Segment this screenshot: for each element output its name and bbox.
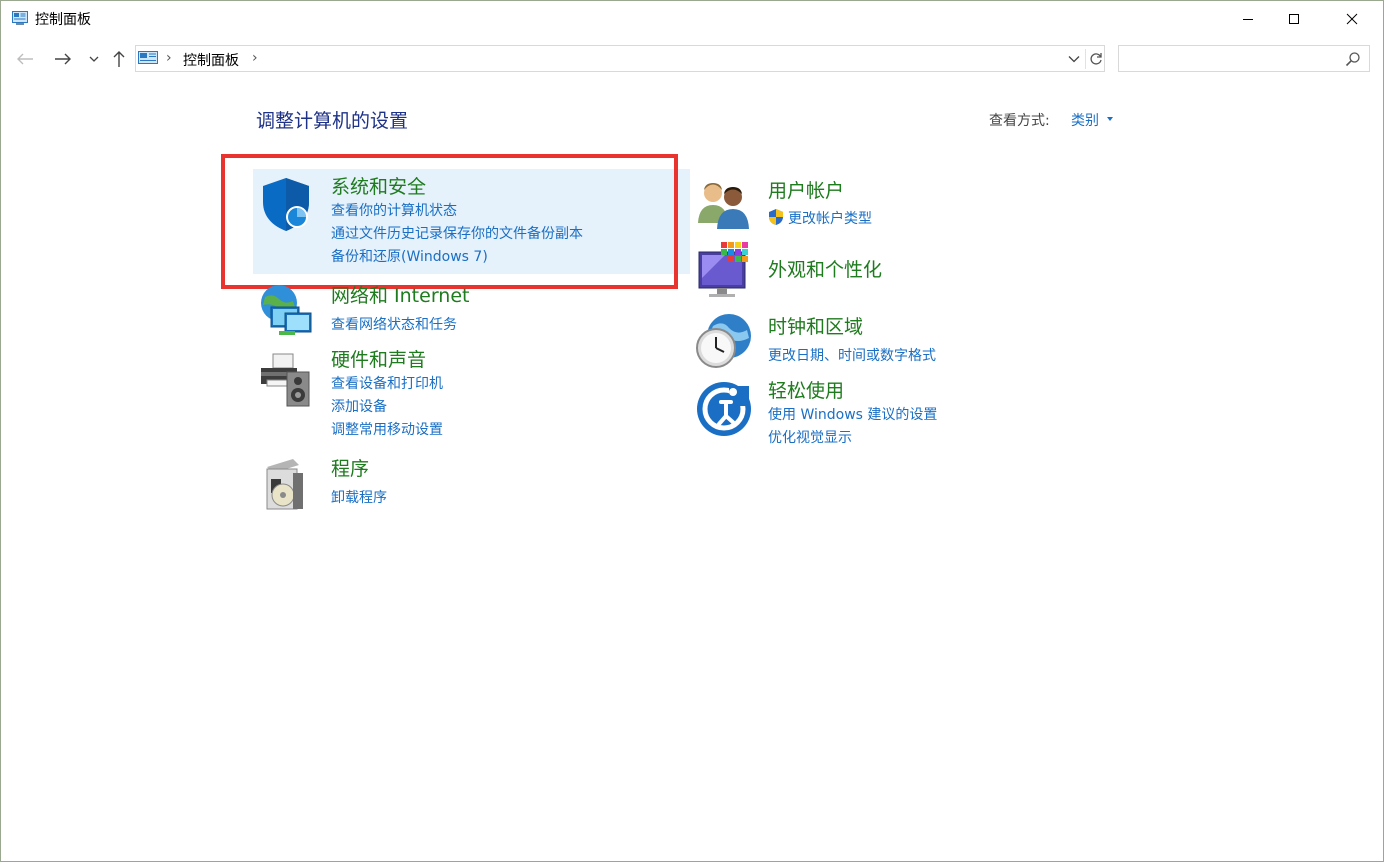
view-by-label: 查看方式: [989, 113, 1050, 129]
category-clock-region[interactable]: 时钟和区域 [768, 312, 863, 339]
title-bar: 控制面板 [0, 0, 1384, 38]
refresh-button[interactable] [1085, 49, 1106, 69]
caret-down-icon[interactable] [1107, 117, 1113, 121]
address-history-button[interactable] [1066, 50, 1082, 68]
chevron-down-icon [1068, 56, 1080, 63]
category-hardware-sound[interactable]: 硬件和声音 [331, 345, 426, 372]
globe-clock-icon[interactable] [695, 312, 753, 370]
breadcrumb-separator[interactable]: › [166, 50, 172, 66]
link-change-account-type[interactable]: 更改帐户类型 [788, 208, 872, 228]
category-programs[interactable]: 程序 [331, 454, 369, 481]
link-view-computer-status[interactable]: 查看你的计算机状态 [331, 200, 457, 220]
link-date-time-format[interactable]: 更改日期、时间或数字格式 [768, 345, 936, 365]
search-icon[interactable] [1345, 51, 1361, 67]
link-devices-printers[interactable]: 查看设备和打印机 [331, 373, 443, 393]
link-windows-suggested-settings[interactable]: 使用 Windows 建议的设置 [768, 404, 937, 424]
category-appearance[interactable]: 外观和个性化 [768, 255, 882, 282]
view-by-dropdown[interactable]: 类别 [1071, 110, 1099, 130]
link-file-history[interactable]: 通过文件历史记录保存你的文件备份副本 [331, 223, 583, 243]
monitor-colors-icon[interactable] [695, 242, 753, 300]
recent-locations-button[interactable] [86, 48, 102, 70]
close-icon [1346, 13, 1358, 25]
minimize-icon [1243, 19, 1253, 20]
category-system-security[interactable]: 系统和安全 [331, 172, 426, 199]
uac-shield-icon [769, 209, 783, 225]
breadcrumb[interactable]: 控制面板 [183, 50, 239, 70]
back-button[interactable] [13, 48, 37, 70]
users-icon[interactable] [695, 177, 753, 235]
arrow-up-icon [113, 51, 125, 67]
up-button[interactable] [108, 48, 130, 70]
printer-speaker-icon[interactable] [257, 350, 315, 408]
breadcrumb-separator[interactable]: › [252, 50, 258, 66]
shield-icon[interactable] [257, 175, 315, 233]
ease-of-access-icon[interactable] [695, 380, 753, 438]
arrow-left-icon [17, 53, 33, 65]
link-add-device[interactable]: 添加设备 [331, 396, 387, 416]
arrow-right-icon [55, 53, 71, 65]
category-network-internet[interactable]: 网络和 Internet [331, 281, 469, 308]
minimize-button[interactable] [1225, 0, 1271, 38]
window-title: 控制面板 [35, 12, 91, 28]
link-network-status[interactable]: 查看网络状态和任务 [331, 314, 457, 334]
page-title: 调整计算机的设置 [256, 110, 409, 132]
maximize-button[interactable] [1271, 0, 1317, 38]
close-button[interactable] [1329, 0, 1375, 38]
control-panel-icon [138, 51, 158, 64]
category-user-accounts[interactable]: 用户帐户 [768, 176, 844, 203]
maximize-icon [1289, 14, 1299, 24]
refresh-icon [1090, 53, 1102, 65]
link-backup-restore[interactable]: 备份和还原(Windows 7) [331, 246, 488, 266]
window-frame [0, 0, 1384, 862]
link-mobility-settings[interactable]: 调整常用移动设置 [331, 419, 443, 439]
chevron-down-icon [89, 56, 99, 62]
link-optimize-visual-display[interactable]: 优化视觉显示 [768, 427, 852, 447]
control-panel-icon [12, 11, 28, 25]
network-monitors-icon[interactable] [257, 283, 315, 341]
forward-button[interactable] [51, 48, 75, 70]
link-uninstall-program[interactable]: 卸载程序 [331, 487, 387, 507]
category-ease-of-access[interactable]: 轻松使用 [768, 376, 844, 403]
search-box[interactable] [1118, 45, 1370, 72]
program-box-icon[interactable] [257, 455, 315, 513]
address-bar[interactable]: › 控制面板 › [135, 45, 1105, 72]
search-input[interactable] [1123, 49, 1337, 70]
